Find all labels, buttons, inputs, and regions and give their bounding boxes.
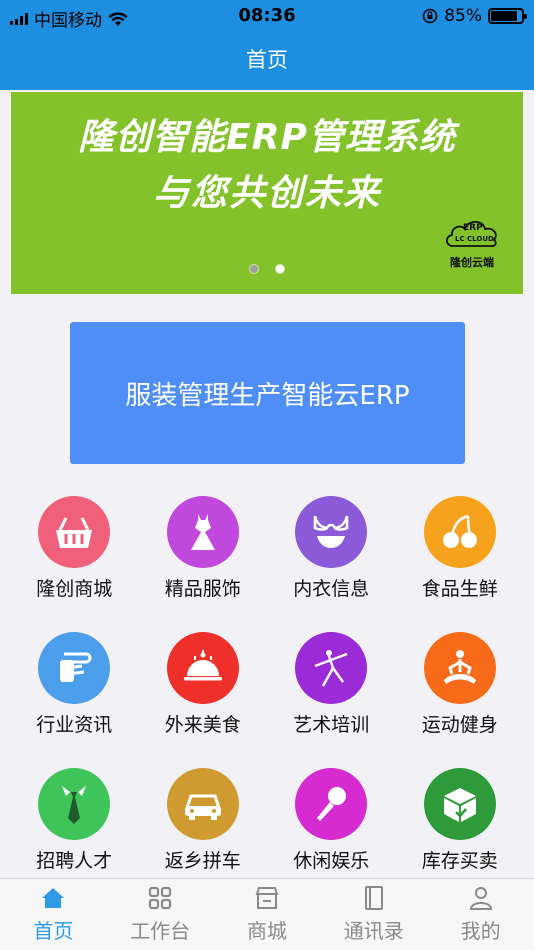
tab-label: 我的: [460, 919, 501, 943]
category-label: 休闲娱乐: [293, 850, 370, 872]
tie-icon: [38, 768, 111, 840]
home-icon: [42, 888, 65, 908]
tab-label: 工作台: [130, 919, 191, 943]
promo-label: 服装管理生产智能云ERP: [125, 380, 410, 411]
tab-contacts-book[interactable]: 通讯录: [320, 879, 427, 950]
page-title: 首页: [246, 48, 288, 72]
category-label: 内衣信息: [293, 578, 370, 600]
microphone-icon: [295, 768, 368, 840]
tab-label: 商城: [246, 919, 287, 943]
category-item[interactable]: 隆创商城: [10, 496, 139, 632]
grid-icon: [149, 886, 172, 910]
contacts-book-icon: [364, 886, 383, 910]
battery-percent: 85%: [444, 6, 482, 26]
category-item[interactable]: 外来美食: [139, 632, 268, 768]
store-icon: [255, 887, 279, 909]
tab-label: 首页: [33, 919, 74, 943]
banner-headline: 隆创智能ERP管理系统: [78, 117, 456, 158]
tab-home[interactable]: 首页: [0, 879, 107, 950]
status-bar: 中国移动 08:36 85%: [0, 0, 534, 34]
brand-logo: ERP LC CLOUD 隆创云端: [441, 214, 503, 270]
nav-bar: 首页: [0, 34, 534, 90]
category-label: 行业资讯: [36, 714, 113, 736]
category-label: 食品生鲜: [421, 578, 498, 600]
category-label: 外来美食: [164, 714, 241, 736]
category-item[interactable]: 内衣信息: [267, 496, 396, 632]
logo-text-mid: LC CLOUD: [455, 235, 494, 243]
tab-user[interactable]: 我的: [427, 879, 534, 950]
cherry-icon: [423, 496, 496, 568]
box-icon: [423, 768, 496, 840]
category-item[interactable]: 运动健身: [396, 632, 525, 768]
category-item[interactable]: 精品服饰: [139, 496, 268, 632]
category-label: 隆创商城: [36, 578, 113, 600]
banner-tagline: 与您共创未来: [152, 173, 381, 214]
cloud-logo-icon: ERP LC CLOUD: [445, 220, 497, 248]
car-icon: [166, 768, 239, 840]
category-label: 库存买卖: [421, 850, 498, 872]
yoga-icon: [423, 632, 496, 704]
dancer-icon: [295, 632, 368, 704]
carousel-dot[interactable]: [249, 264, 259, 274]
tab-bar: 首页 工作台 商城 通讯录 我的: [0, 878, 534, 950]
promo-card[interactable]: 服装管理生产智能云ERP: [70, 322, 465, 464]
user-icon: [469, 887, 492, 910]
category-grid: 隆创商城 精品服饰 内衣信息 食品生鲜行业资讯 外来美食 艺术培训 运动健身招聘人才 返乡拼车…: [10, 496, 524, 904]
orientation-lock-icon: [422, 8, 438, 24]
cloche-icon: [166, 632, 239, 704]
category-label: 运动健身: [421, 714, 498, 736]
basket-icon: [38, 496, 111, 568]
dress-icon: [166, 496, 239, 568]
category-label: 艺术培训: [293, 714, 370, 736]
battery-icon: [488, 8, 527, 24]
category-item[interactable]: 行业资讯: [10, 632, 139, 768]
lingerie-icon: [295, 496, 368, 568]
banner-carousel[interactable]: 隆创智能ERP管理系统 与您共创未来 ERP LC CLOUD 隆创云端: [11, 92, 523, 294]
newspaper-icon: [38, 632, 111, 704]
category-label: 精品服饰: [164, 578, 241, 600]
tab-grid[interactable]: 工作台: [107, 879, 214, 950]
tab-store[interactable]: 商城: [214, 879, 321, 950]
category-label: 返乡拼车: [164, 850, 241, 872]
category-item[interactable]: 食品生鲜: [396, 496, 525, 632]
category-item[interactable]: 艺术培训: [267, 632, 396, 768]
category-label: 招聘人才: [36, 850, 113, 872]
tab-label: 通讯录: [343, 919, 404, 943]
logo-text-top: ERP: [463, 223, 483, 233]
carousel-indicator[interactable]: [11, 264, 523, 274]
carousel-dot-active[interactable]: [275, 264, 285, 274]
